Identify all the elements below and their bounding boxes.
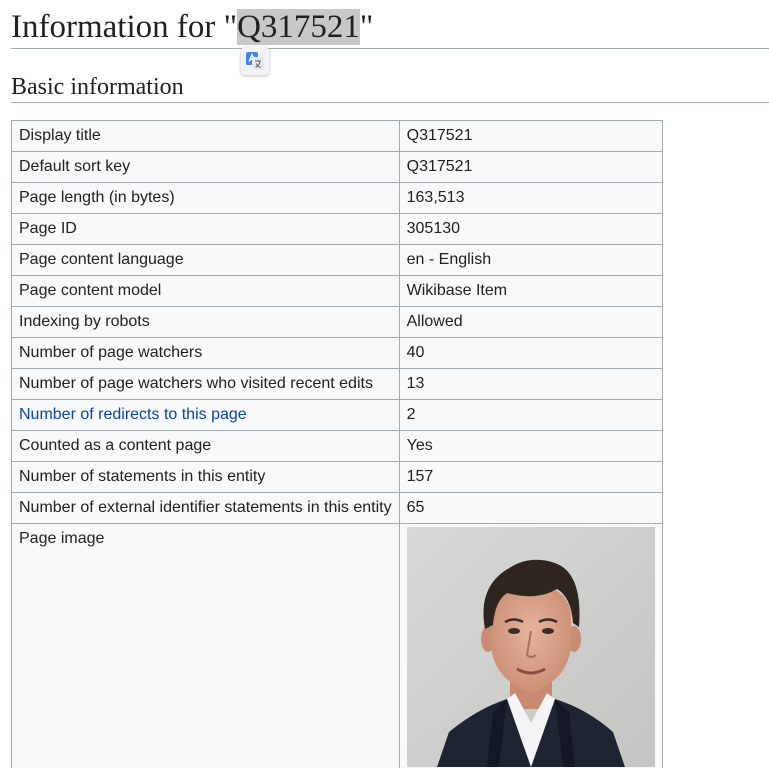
row-key: Indexing by robots: [11, 306, 400, 338]
row-key: Number of external identifier statements…: [11, 492, 400, 524]
basic-information-table: Display title Q317521 Default sort key Q…: [11, 120, 663, 768]
row-key: Page content language: [11, 244, 400, 276]
page-image-thumbnail[interactable]: [406, 527, 655, 767]
row-value: 65: [398, 492, 663, 524]
row-key: Page image: [11, 523, 400, 768]
row-value: 163,513: [398, 182, 663, 214]
row-value: Q317521: [398, 151, 663, 183]
table-row: Number of page watchers who visited rece…: [11, 368, 663, 400]
row-key: Display title: [11, 120, 400, 152]
row-value: Q317521: [398, 120, 663, 152]
row-key: Number of statements in this entity: [11, 461, 400, 493]
translate-popup-button[interactable]: [241, 47, 269, 75]
row-value: Allowed: [398, 306, 663, 338]
row-value: 157: [398, 461, 663, 493]
row-key: Number of page watchers who visited rece…: [11, 368, 400, 400]
table-row: Display title Q317521: [11, 120, 663, 152]
row-key: Page ID: [11, 213, 400, 245]
row-key: Default sort key: [11, 151, 400, 183]
row-key: Page content model: [11, 275, 400, 307]
table-row: Page content model Wikibase Item: [11, 275, 663, 307]
table-row: Indexing by robots Allowed: [11, 306, 663, 338]
row-value: 40: [398, 337, 663, 369]
table-row: Default sort key Q317521: [11, 151, 663, 183]
page-title: Information for "Q317521": [11, 6, 769, 49]
table-row: Number of external identifier statements…: [11, 492, 663, 524]
row-key: Page length (in bytes): [11, 182, 400, 214]
table-row: Page content language en - English: [11, 244, 663, 276]
row-value-page-image: [398, 523, 663, 768]
table-row-page-image: Page image: [11, 523, 663, 768]
row-key: Number of redirects to this page: [11, 399, 400, 431]
table-row: Number of redirects to this page 2: [11, 399, 663, 431]
row-key: Number of page watchers: [11, 337, 400, 369]
page-title-prefix: Information for ": [11, 9, 238, 45]
table-row: Number of statements in this entity 157: [11, 461, 663, 493]
row-key: Counted as a content page: [11, 430, 400, 462]
page-title-id[interactable]: Q317521: [237, 9, 360, 45]
table-row: Page length (in bytes) 163,513: [11, 182, 663, 214]
redirects-link[interactable]: Number of redirects to this page: [19, 406, 247, 423]
table-row: Number of page watchers 40: [11, 337, 663, 369]
row-value: 2: [398, 399, 663, 431]
row-value: en - English: [398, 244, 663, 276]
row-value: Wikibase Item: [398, 275, 663, 307]
section-heading-basic-information: Basic information: [11, 72, 769, 103]
page-title-suffix: ": [359, 9, 374, 45]
row-value: Yes: [398, 430, 663, 462]
row-value: 13: [398, 368, 663, 400]
google-translate-icon: [246, 52, 264, 70]
table-row: Counted as a content page Yes: [11, 430, 663, 462]
row-value: 305130: [398, 213, 663, 245]
table-row: Page ID 305130: [11, 213, 663, 245]
